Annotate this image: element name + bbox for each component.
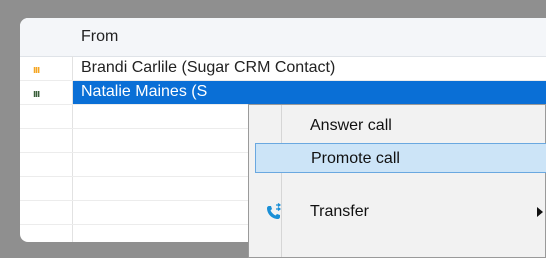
submenu-arrow-icon (537, 207, 543, 217)
menu-item-label: Answer call (310, 117, 392, 134)
menu-item-label: Promote call (311, 150, 400, 167)
column-header-from[interactable]: From (81, 28, 118, 46)
menu-item-answer-call[interactable]: Answer call (255, 111, 546, 141)
call-status-indicator-icon: ııı (33, 64, 40, 76)
menu-item-promote-call[interactable]: Promote call (255, 143, 546, 173)
menu-item-transfer[interactable]: Transfer (255, 197, 546, 227)
from-cell: Brandi Carlile (Sugar CRM Contact) (81, 59, 336, 76)
table-row-selected[interactable]: ııı Natalie Maines (S (20, 81, 546, 105)
phone-transfer-icon (265, 203, 283, 221)
context-menu: Answer call Promote call Transfer (248, 104, 546, 258)
table-row[interactable]: ııı Brandi Carlile (Sugar CRM Contact) (20, 57, 546, 81)
grid-header: From (20, 18, 546, 57)
menu-item-label: Transfer (310, 203, 369, 220)
from-cell: Natalie Maines (S (81, 83, 208, 100)
call-status-indicator-icon: ııı (33, 88, 40, 100)
